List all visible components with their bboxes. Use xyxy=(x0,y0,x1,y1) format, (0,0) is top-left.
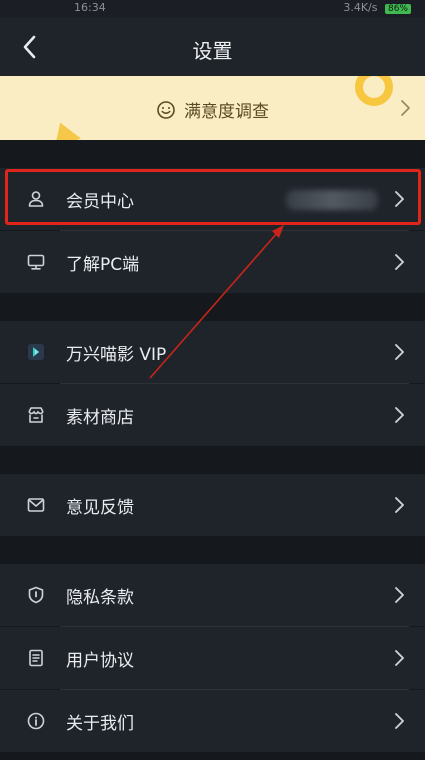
settings-row-vip[interactable]: 万兴喵影 VIP xyxy=(0,321,425,383)
survey-banner[interactable]: 满意度调查 xyxy=(0,76,425,140)
member-status-value xyxy=(286,190,378,210)
section-gap xyxy=(0,140,425,168)
shield-icon xyxy=(28,586,44,604)
store-icon xyxy=(28,407,44,423)
settings-row-pc-client[interactable]: 了解PC端 xyxy=(0,231,425,293)
monitor-icon xyxy=(27,254,45,270)
info-icon xyxy=(27,712,45,730)
row-label: 用户协议 xyxy=(66,651,134,671)
filmora-logo-icon xyxy=(28,344,44,360)
row-label: 了解PC端 xyxy=(66,255,140,275)
section-gap xyxy=(0,293,425,321)
survey-content: 满意度调查 xyxy=(0,97,425,122)
status-time: 16:34 xyxy=(74,1,106,14)
chevron-right-icon xyxy=(395,254,404,270)
chevron-right-icon xyxy=(395,407,404,423)
network-speed: 3.4K/s xyxy=(343,1,378,14)
settings-row-material-store[interactable]: 素材商店 xyxy=(0,384,425,446)
smile-icon xyxy=(157,101,175,119)
settings-row-about-us[interactable]: 关于我们 xyxy=(0,690,425,752)
battery-indicator: 86% xyxy=(384,4,411,14)
document-icon xyxy=(29,649,43,667)
row-label: 会员中心 xyxy=(66,192,134,212)
settings-row-feedback[interactable]: 意见反馈 xyxy=(0,474,425,536)
section-gap xyxy=(0,536,425,564)
row-label: 素材商店 xyxy=(66,408,134,428)
status-right: 3.4K/s 86% xyxy=(343,1,411,14)
settings-row-member-center[interactable]: 会员中心 xyxy=(0,168,425,230)
chevron-right-icon xyxy=(395,650,404,666)
row-label: 关于我们 xyxy=(66,714,134,734)
section-gap xyxy=(0,446,425,474)
chevron-right-icon xyxy=(401,100,410,116)
chevron-right-icon xyxy=(395,497,404,513)
row-label: 意见反馈 xyxy=(66,498,134,518)
survey-label: 满意度调查 xyxy=(184,102,269,122)
row-label: 万兴喵影 VIP xyxy=(66,345,167,365)
chevron-right-icon xyxy=(395,191,404,207)
settings-row-user-agreement[interactable]: 用户协议 xyxy=(0,627,425,689)
chevron-right-icon xyxy=(395,713,404,729)
chevron-right-icon xyxy=(395,587,404,603)
page-title: 设置 xyxy=(192,39,233,63)
settings-row-privacy[interactable]: 隐私条款 xyxy=(0,564,425,626)
status-bar: 16:34 3.4K/s 86% xyxy=(0,0,425,18)
chevron-right-icon xyxy=(395,344,404,360)
page-header: 设置 xyxy=(0,18,425,76)
user-icon xyxy=(28,191,44,207)
mail-icon xyxy=(27,498,45,512)
row-label: 隐私条款 xyxy=(66,588,134,608)
